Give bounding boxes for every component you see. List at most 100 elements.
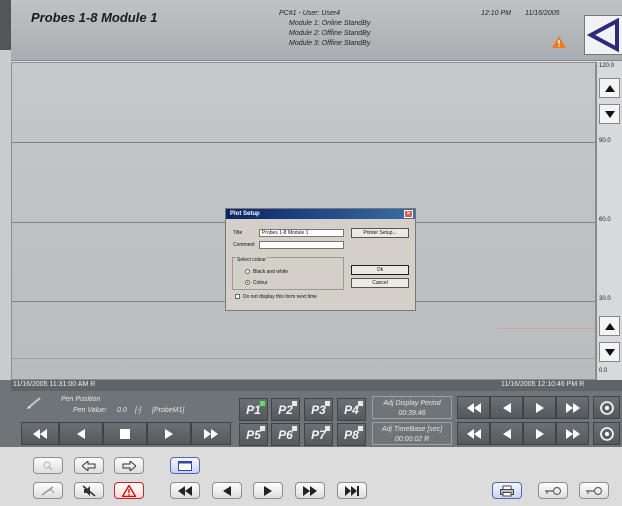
probe-status-led (292, 401, 297, 406)
probe-status-led (325, 401, 330, 406)
play-button[interactable] (147, 422, 191, 445)
up-arrow-icon (605, 323, 615, 330)
offset-up-button[interactable] (599, 316, 620, 336)
probe-button-p4[interactable]: P4 (337, 398, 366, 421)
period-fast-forward-button[interactable] (556, 396, 589, 419)
timebase-fast-forward-button[interactable] (556, 422, 589, 445)
probe-button-p3[interactable]: P3 (304, 398, 333, 421)
close-icon: × (406, 211, 411, 217)
probe-button-p5[interactable]: P5 (239, 423, 268, 446)
tb-end-button[interactable] (337, 482, 367, 499)
probe-label: P6 (278, 428, 293, 442)
probe-button-p1[interactable]: P1 (239, 398, 268, 421)
control-panel: Pen Position Pen Value: 0.0 [-] [ProbeM1… (11, 391, 622, 447)
ok-button[interactable]: Ok (351, 265, 409, 275)
play-icon (535, 402, 544, 413)
alarm-button[interactable] (114, 482, 144, 499)
step-back-icon (502, 402, 511, 413)
colour-label: Colour (253, 280, 268, 286)
tb-fast-rewind-button[interactable] (170, 482, 200, 499)
pen-position-label: Pen Position (61, 396, 101, 403)
probe-button-p7[interactable]: P7 (304, 423, 333, 446)
pen-disable-button[interactable] (33, 482, 63, 499)
offset-down-button[interactable] (599, 342, 620, 362)
arrow-right-button[interactable] (114, 457, 144, 474)
app-window: Probes 1-8 Module 1 PC#1 - User: User4 M… (0, 0, 622, 506)
login-key-button[interactable] (579, 482, 609, 499)
colour-radio[interactable] (245, 280, 250, 285)
warning-triangle-icon[interactable] (552, 36, 566, 48)
tb-step-back-button[interactable] (212, 482, 242, 499)
period-fast-back-button[interactable] (457, 396, 490, 419)
printer-icon (500, 485, 514, 496)
probe-button-p8[interactable]: P8 (337, 423, 366, 446)
pen-value: 0.0 (117, 407, 127, 414)
grid-line (12, 358, 595, 359)
adj-timebase-panel[interactable]: Adj TimeBase [sec] 00:00:02 R (372, 422, 452, 445)
probe-label: P7 (311, 428, 326, 442)
print-button[interactable] (492, 482, 522, 499)
group-label: Select colour (236, 257, 267, 263)
period-forward-button[interactable] (523, 396, 556, 419)
pen-value-label: Pen Value: (73, 407, 107, 414)
header-bar: Probes 1-8 Module 1 PC#1 - User: User4 M… (11, 0, 622, 61)
mute-icon (82, 484, 96, 497)
scale-down-button[interactable] (599, 104, 620, 124)
period-reset-button[interactable] (593, 396, 620, 419)
stop-button[interactable] (103, 422, 147, 445)
period-back-button[interactable] (490, 396, 523, 419)
probe-status-led (292, 426, 297, 431)
cancel-button[interactable]: Cancel (351, 278, 409, 288)
comment-field-label: Comment (233, 242, 255, 248)
back-arrow-icon (586, 17, 619, 53)
down-arrow-icon (605, 111, 615, 118)
step-back-button[interactable] (59, 422, 103, 445)
timebase-reset-button[interactable] (593, 422, 620, 445)
bottom-toolbar (11, 447, 622, 506)
plot-setup-dialog: Plot Setup × Title Probes 1-8 Module 1 C… (225, 208, 416, 311)
pen-icon[interactable] (27, 397, 41, 409)
probe-button-p2[interactable]: P2 (271, 398, 300, 421)
timebase-forward-button[interactable] (523, 422, 556, 445)
probe-status-led (260, 426, 265, 431)
arrow-left-button[interactable] (74, 457, 104, 474)
pen-off-icon (41, 485, 55, 496)
mute-button[interactable] (74, 482, 104, 499)
y-axis-panel: 120.0 90.0 60.0 30.0 0.0 (596, 62, 622, 380)
do-not-display-checkbox[interactable] (235, 294, 240, 299)
window-button[interactable] (170, 457, 200, 474)
grid-line (12, 142, 595, 143)
fast-forward-icon (565, 428, 580, 439)
scale-up-button[interactable] (599, 78, 620, 98)
timebase-back-button[interactable] (490, 422, 523, 445)
adj-display-period-panel[interactable]: Adj Display Period 00:39:46 (372, 396, 452, 419)
adj-timebase-label: Adj TimeBase [sec] (381, 426, 443, 433)
black-white-radio[interactable] (245, 269, 250, 274)
window-icon (178, 460, 192, 471)
fast-forward-button[interactable] (191, 422, 231, 445)
adj-display-period-label: Adj Display Period (383, 400, 441, 407)
probe-label: P1 (246, 403, 261, 417)
printer-setup-button[interactable]: Printer Setup... (351, 228, 409, 238)
tb-fast-forward-button[interactable] (295, 482, 325, 499)
title-input[interactable]: Probes 1-8 Module 1 (259, 229, 344, 237)
fast-forward-icon (204, 428, 218, 439)
zoom-button[interactable] (33, 457, 63, 474)
status-line: Module 3: Offline StandBy (289, 40, 371, 47)
up-arrow-icon (605, 85, 615, 92)
fast-forward-icon (303, 485, 317, 496)
fast-rewind-button[interactable] (21, 422, 59, 445)
probe-button-p6[interactable]: P6 (271, 423, 300, 446)
skip-end-icon (345, 485, 359, 496)
back-button[interactable] (584, 15, 622, 55)
probe-label: P4 (344, 403, 359, 417)
status-line: PC#1 - User: User4 (279, 10, 341, 17)
tb-play-button[interactable] (253, 482, 283, 499)
key-button[interactable] (538, 482, 568, 499)
fast-rewind-icon (178, 485, 192, 496)
target-icon (599, 426, 614, 441)
comment-input[interactable] (259, 241, 344, 249)
timebase-fast-back-button[interactable] (457, 422, 490, 445)
close-button[interactable]: × (404, 210, 413, 218)
do-not-display-label: Do not display this form next time (243, 294, 317, 300)
